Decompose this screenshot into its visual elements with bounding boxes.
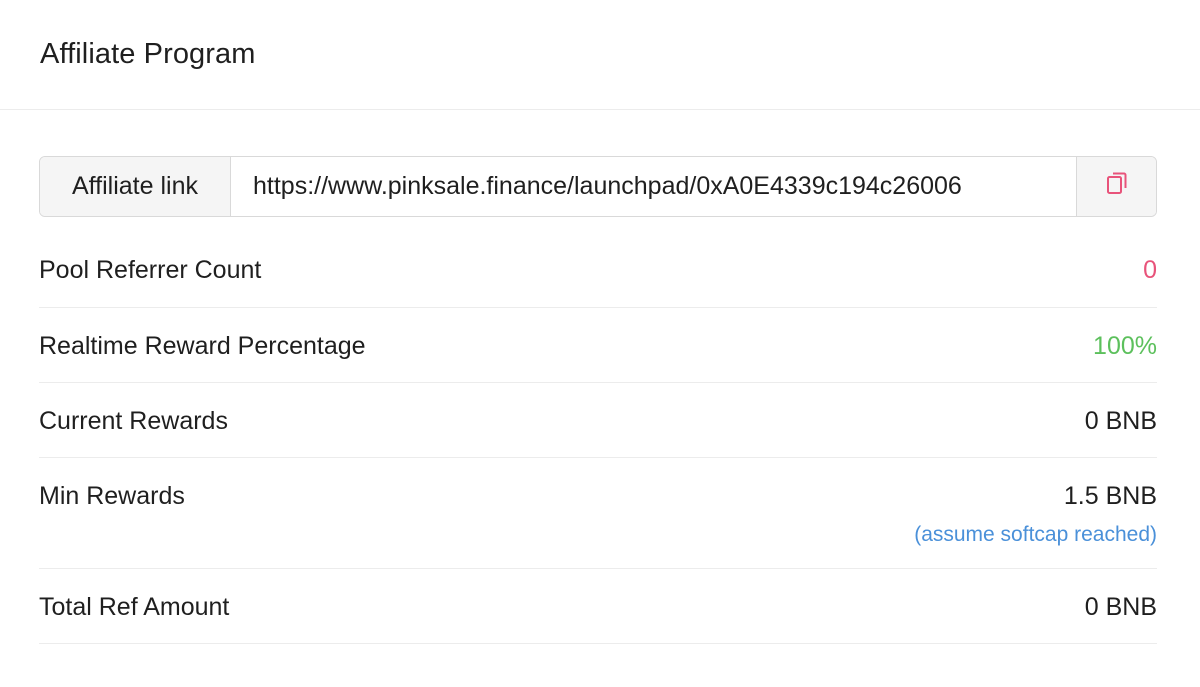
pool-referrer-count-value: 0 (1143, 256, 1157, 284)
row-current-rewards: Current Rewards 0 BNB (39, 383, 1157, 458)
min-rewards-label: Min Rewards (39, 482, 185, 510)
card-header: Affiliate Program (0, 0, 1200, 110)
stats-list: Pool Referrer Count 0 Realtime Reward Pe… (39, 217, 1157, 644)
total-ref-amount-value: 0 BNB (1084, 593, 1157, 621)
row-realtime-reward-percentage: Realtime Reward Percentage 100% (39, 308, 1157, 383)
row-total-ref-amount: Total Ref Amount 0 BNB (39, 569, 1157, 644)
copy-button[interactable] (1076, 157, 1156, 216)
current-rewards-label: Current Rewards (39, 407, 228, 435)
min-rewards-note: (assume softcap reached) (914, 523, 1157, 546)
realtime-reward-percentage-label: Realtime Reward Percentage (39, 332, 366, 360)
current-rewards-value: 0 BNB (1084, 407, 1157, 435)
min-rewards-value-group: 1.5 BNB (assume softcap reached) (914, 482, 1157, 547)
affiliate-link-group: Affiliate link (39, 156, 1157, 217)
pool-referrer-count-label: Pool Referrer Count (39, 256, 262, 284)
card-body: Affiliate link Pool Referrer Count 0 Rea… (0, 156, 1200, 644)
row-pool-referrer-count: Pool Referrer Count 0 (39, 217, 1157, 308)
min-rewards-value: 1.5 BNB (1063, 482, 1157, 510)
copy-icon (1105, 170, 1129, 203)
affiliate-link-label: Affiliate link (40, 157, 231, 216)
card-title: Affiliate Program (40, 38, 256, 70)
affiliate-link-input[interactable] (231, 157, 1076, 216)
affiliate-program-card: Affiliate Program Affiliate link Pool Re… (0, 0, 1200, 687)
row-min-rewards: Min Rewards 1.5 BNB (assume softcap reac… (39, 458, 1157, 569)
total-ref-amount-label: Total Ref Amount (39, 593, 230, 621)
realtime-reward-percentage-value: 100% (1093, 332, 1157, 360)
